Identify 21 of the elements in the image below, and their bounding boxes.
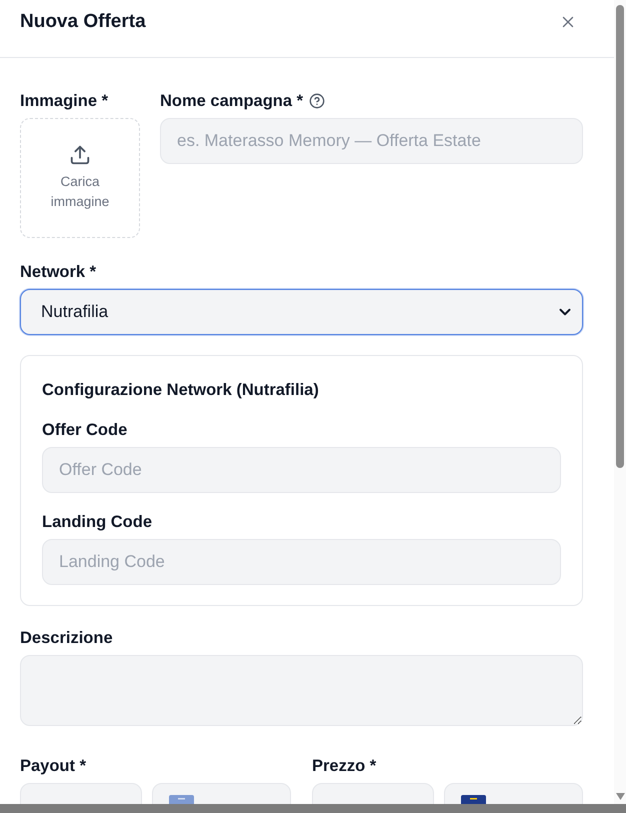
field-label: Prezzo *: [312, 756, 376, 776]
field-label: Network *: [20, 262, 96, 282]
scrollbar-thumb[interactable]: [616, 5, 624, 468]
help-icon[interactable]: [309, 93, 326, 109]
description-field[interactable]: [20, 655, 583, 726]
scroll-down-icon[interactable]: [616, 793, 624, 800]
text-field[interactable]: Offer Code: [42, 447, 561, 493]
campaign-name-field[interactable]: es. Materasso Memory — Offerta Estate: [160, 118, 583, 164]
field-label: Nome campagna *: [160, 91, 304, 111]
field-label: Landing Code: [42, 512, 152, 532]
field-label: Offer Code: [42, 420, 128, 440]
field-label: Immagine *: [20, 91, 108, 111]
upload-icon: [69, 144, 91, 166]
image-upload-button[interactable]: Carica immagine: [20, 118, 140, 238]
dialog-title: Nuova Offerta: [20, 10, 146, 34]
card-title: Configurazione Network (Nutrafilia): [42, 380, 319, 400]
text-field[interactable]: Landing Code: [42, 539, 561, 585]
field-label: Descrizione: [20, 628, 113, 648]
network-select[interactable]: Nutrafilia: [20, 289, 583, 335]
vertical-scrollbar[interactable]: [614, 0, 626, 804]
field-label: Payout *: [20, 756, 86, 776]
